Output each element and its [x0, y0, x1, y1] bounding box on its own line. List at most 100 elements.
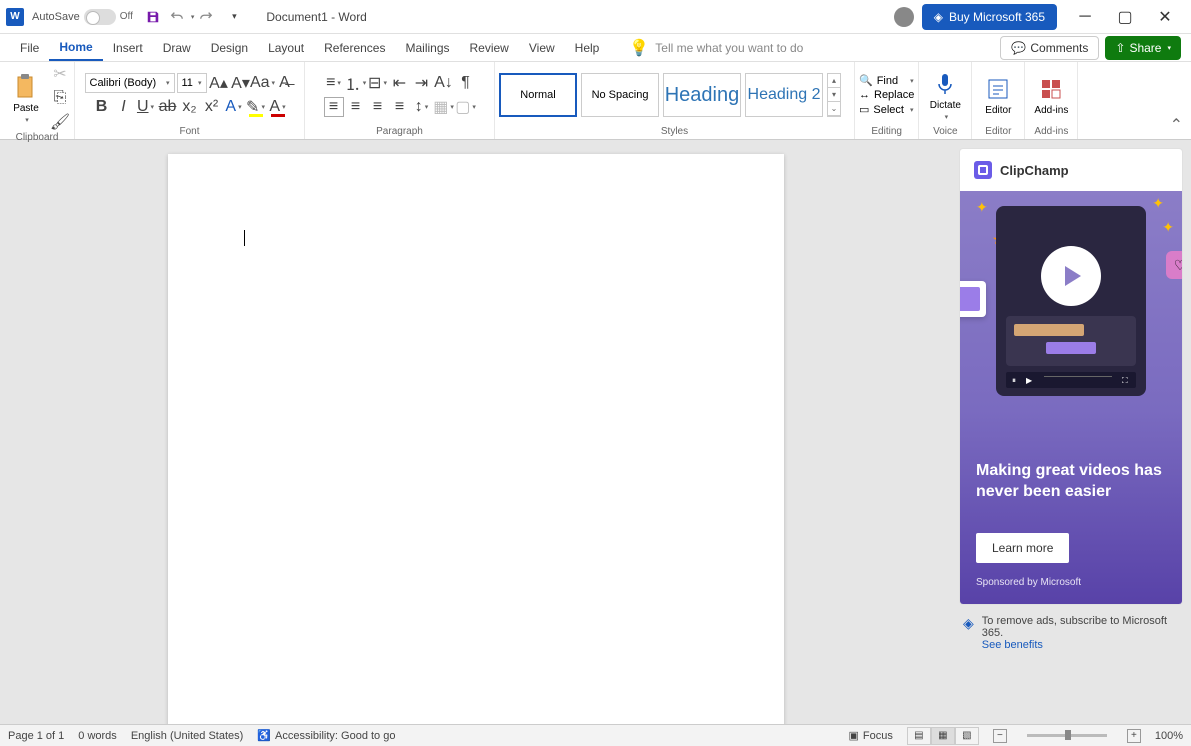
- style-no-spacing[interactable]: No Spacing: [581, 73, 659, 117]
- diamond-icon: ◈: [963, 615, 974, 651]
- select-button[interactable]: ▭Select▾: [859, 103, 914, 116]
- multilevel-list-icon[interactable]: ⊟▾: [368, 73, 388, 93]
- cut-icon[interactable]: ✂: [50, 64, 70, 84]
- tab-file[interactable]: File: [10, 34, 49, 61]
- buy-microsoft-365-button[interactable]: ◈ Buy Microsoft 365: [922, 4, 1057, 30]
- tab-design[interactable]: Design: [201, 34, 258, 61]
- zoom-in-button[interactable]: +: [1127, 729, 1141, 743]
- document-page[interactable]: [168, 154, 784, 724]
- borders-icon[interactable]: ▢▾: [456, 97, 476, 117]
- strikethrough-button[interactable]: ab: [158, 97, 178, 117]
- close-button[interactable]: ✕: [1145, 3, 1185, 31]
- zoom-slider[interactable]: [1027, 734, 1107, 737]
- buy-label: Buy Microsoft 365: [949, 10, 1045, 24]
- bullets-icon[interactable]: ≡▾: [324, 73, 344, 93]
- replace-label: Replace: [874, 89, 914, 101]
- paste-icon: [12, 73, 40, 101]
- undo-icon[interactable]: [167, 7, 187, 27]
- align-center-icon[interactable]: ≡: [346, 97, 366, 117]
- document-scroll[interactable]: [0, 140, 951, 724]
- justify-icon[interactable]: ≡: [390, 97, 410, 117]
- voice-group-label: Voice: [923, 126, 967, 139]
- change-case-icon[interactable]: Aa▾: [253, 73, 273, 93]
- align-left-icon[interactable]: ≡: [324, 97, 344, 117]
- find-button[interactable]: 🔍Find▾: [859, 74, 914, 87]
- editor-icon: [984, 75, 1012, 103]
- sort-icon[interactable]: A↓: [434, 73, 454, 93]
- maximize-button[interactable]: ▢: [1105, 3, 1145, 31]
- comments-button[interactable]: 💬 Comments: [1000, 36, 1099, 60]
- tab-layout[interactable]: Layout: [258, 34, 314, 61]
- focus-mode[interactable]: ▣Focus: [848, 729, 892, 742]
- see-benefits-link[interactable]: See benefits: [982, 639, 1043, 651]
- undo-dropdown[interactable]: ▾: [191, 13, 195, 21]
- tab-draw[interactable]: Draw: [153, 34, 201, 61]
- format-painter-icon[interactable]: 🖌: [50, 112, 70, 132]
- zoom-level[interactable]: 100%: [1155, 730, 1183, 742]
- zoom-out-button[interactable]: −: [993, 729, 1007, 743]
- collapse-ribbon-icon[interactable]: ⌃: [1170, 115, 1183, 135]
- editor-button[interactable]: Editor: [976, 67, 1020, 123]
- tab-mailings[interactable]: Mailings: [395, 34, 459, 61]
- styles-scroll[interactable]: ▴▾⌄: [827, 73, 841, 117]
- heart-icon: ♡: [1166, 251, 1183, 279]
- redo-icon[interactable]: [196, 7, 216, 27]
- language[interactable]: English (United States): [131, 730, 244, 742]
- print-layout-icon[interactable]: ▦: [931, 727, 955, 745]
- text-effects-icon[interactable]: A▾: [224, 97, 244, 117]
- view-buttons: ▤ ▦ ▧: [907, 727, 979, 745]
- clipboard-label: Clipboard: [4, 132, 70, 145]
- share-button[interactable]: ⇧ Share ▾: [1105, 36, 1181, 60]
- dictate-button[interactable]: Dictate ▾: [923, 67, 967, 123]
- tell-me-input[interactable]: Tell me what you want to do: [655, 41, 803, 55]
- page-count[interactable]: Page 1 of 1: [8, 730, 64, 742]
- style-heading1[interactable]: Heading: [663, 73, 741, 117]
- font-size-combo[interactable]: 11▾: [177, 73, 207, 93]
- font-color-icon[interactable]: A▾: [268, 97, 288, 117]
- copy-icon[interactable]: ⎘: [50, 88, 70, 108]
- show-marks-icon[interactable]: ¶: [456, 73, 476, 93]
- superscript-button[interactable]: x²: [202, 97, 222, 117]
- style-normal[interactable]: Normal: [499, 73, 577, 117]
- user-avatar[interactable]: [894, 7, 914, 27]
- addins-button[interactable]: Add-ins: [1029, 67, 1073, 123]
- paste-button[interactable]: Paste ▾: [4, 70, 48, 126]
- increase-indent-icon[interactable]: ⇥: [412, 73, 432, 93]
- tab-insert[interactable]: Insert: [103, 34, 153, 61]
- tab-home[interactable]: Home: [49, 34, 102, 61]
- align-right-icon[interactable]: ≡: [368, 97, 388, 117]
- clear-formatting-icon[interactable]: A̶: [275, 73, 295, 93]
- group-editor: Editor Editor: [972, 62, 1025, 139]
- font-name-combo[interactable]: Calibri (Body)▾: [85, 73, 175, 93]
- group-styles: Normal No Spacing Heading Heading 2 ▴▾⌄ …: [495, 62, 855, 139]
- font-name-value: Calibri (Body): [90, 77, 157, 89]
- web-layout-icon[interactable]: ▧: [955, 727, 979, 745]
- shading-icon[interactable]: ▦▾: [434, 97, 454, 117]
- tab-view[interactable]: View: [519, 34, 565, 61]
- replace-button[interactable]: ↔Replace: [859, 89, 914, 101]
- shrink-font-icon[interactable]: A▾: [231, 73, 251, 93]
- line-spacing-icon[interactable]: ↕▾: [412, 97, 432, 117]
- italic-button[interactable]: I: [114, 97, 134, 117]
- decrease-indent-icon[interactable]: ⇤: [390, 73, 410, 93]
- bold-button[interactable]: B: [92, 97, 112, 117]
- grow-font-icon[interactable]: A▴: [209, 73, 229, 93]
- numbering-icon[interactable]: ⒈▾: [346, 73, 366, 93]
- qat-customize-icon[interactable]: ▾: [224, 7, 244, 27]
- paragraph-group-label: Paragraph: [309, 126, 490, 139]
- highlight-color-icon[interactable]: ✎▾: [246, 97, 266, 117]
- save-icon[interactable]: [143, 7, 163, 27]
- read-mode-icon[interactable]: ▤: [907, 727, 931, 745]
- addins-group-label: Add-ins: [1029, 126, 1073, 139]
- style-heading2[interactable]: Heading 2: [745, 73, 823, 117]
- subscript-button[interactable]: x₂: [180, 97, 200, 117]
- word-count[interactable]: 0 words: [78, 730, 117, 742]
- underline-button[interactable]: U▾: [136, 97, 156, 117]
- minimize-button[interactable]: ─: [1065, 3, 1105, 31]
- accessibility-status[interactable]: ♿Accessibility: Good to go: [257, 729, 395, 742]
- tab-references[interactable]: References: [314, 34, 395, 61]
- learn-more-button[interactable]: Learn more: [976, 533, 1069, 563]
- tab-review[interactable]: Review: [460, 34, 519, 61]
- tab-help[interactable]: Help: [565, 34, 610, 61]
- autosave-toggle[interactable]: [84, 9, 116, 25]
